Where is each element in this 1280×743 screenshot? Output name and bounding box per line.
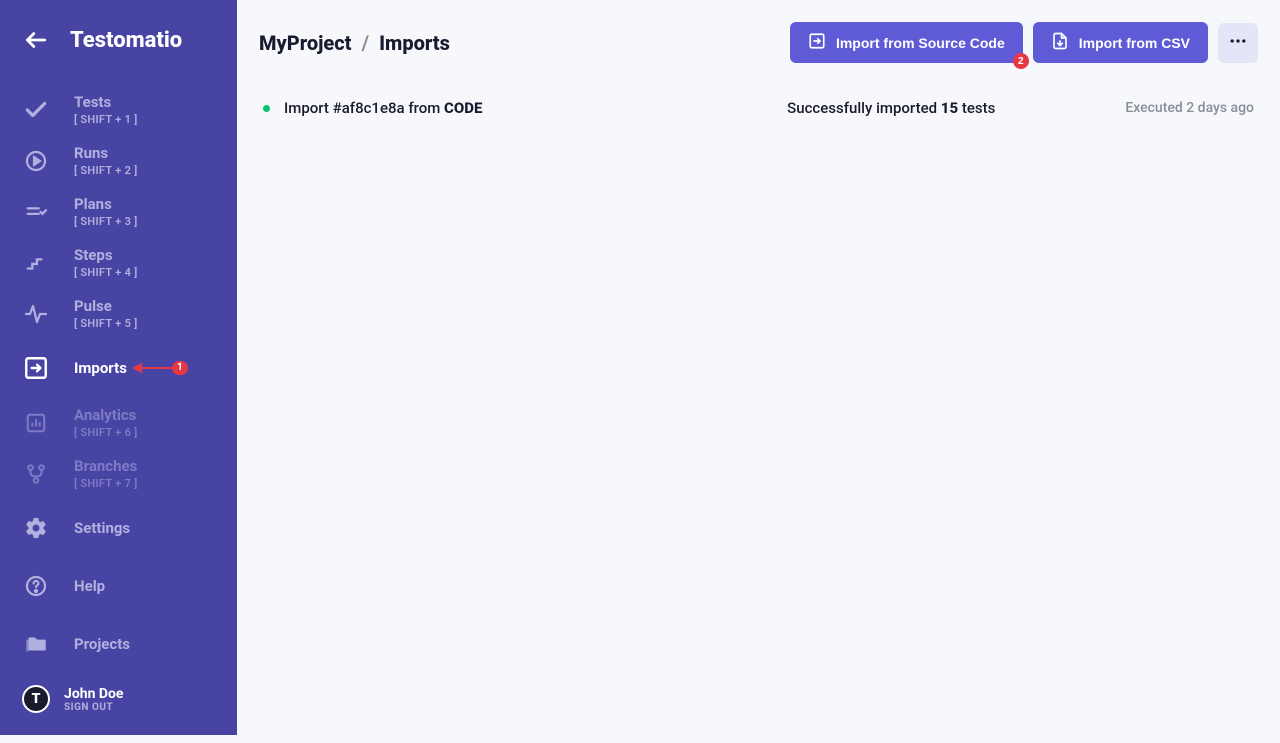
- import-csv-button[interactable]: Import from CSV: [1033, 22, 1208, 63]
- breadcrumb-current: Imports: [379, 31, 450, 55]
- gear-icon: [22, 514, 50, 542]
- sidebar-item-shortcut: [ SHIFT + 2 ]: [74, 164, 138, 177]
- sidebar-item-shortcut: [ SHIFT + 3 ]: [74, 215, 138, 228]
- branch-icon: [22, 460, 50, 488]
- button-label: Import from Source Code: [836, 35, 1005, 51]
- back-arrow-icon[interactable]: [22, 26, 50, 54]
- sidebar-item-label: Help: [74, 577, 105, 595]
- callout-arrow: 1: [132, 361, 188, 375]
- status-prefix: Successfully imported: [787, 99, 941, 117]
- sidebar-item-plans[interactable]: Plans [ SHIFT + 3 ]: [0, 186, 237, 237]
- button-label: Import from CSV: [1079, 35, 1190, 51]
- button-badge: 2: [1013, 53, 1029, 69]
- sidebar-item-shortcut: [ SHIFT + 7 ]: [74, 477, 138, 490]
- file-icon: [1051, 32, 1069, 53]
- nav-text: Plans [ SHIFT + 3 ]: [74, 195, 138, 228]
- import-title: Import #af8c1e8a from CODE: [284, 99, 482, 117]
- sidebar-item-label: Plans: [74, 195, 138, 213]
- more-horizontal-icon: [1228, 31, 1248, 54]
- steps-icon: [22, 249, 50, 277]
- sidebar-item-imports[interactable]: Imports 1: [0, 339, 237, 397]
- sidebar-item-steps[interactable]: Steps [ SHIFT + 4 ]: [0, 237, 237, 288]
- import-title-source: CODE: [444, 99, 482, 117]
- sidebar-item-label: Tests: [74, 93, 138, 111]
- sidebar-item-label: Imports: [74, 359, 127, 377]
- user-row[interactable]: T John Doe SIGN OUT: [0, 673, 237, 731]
- sidebar-item-tests[interactable]: Tests [ SHIFT + 1 ]: [0, 84, 237, 135]
- sidebar-item-pulse[interactable]: Pulse [ SHIFT + 5 ]: [0, 288, 237, 339]
- nav-text: Settings: [74, 519, 130, 537]
- sidebar-item-label: Runs: [74, 144, 138, 162]
- sign-out-link[interactable]: SIGN OUT: [64, 702, 123, 713]
- sidebar-item-label: Steps: [74, 246, 138, 264]
- import-source-button[interactable]: Import from Source Code 2: [790, 22, 1023, 63]
- sidebar-header: Testomatio: [0, 0, 237, 84]
- brand-title: Testomatio: [70, 28, 182, 53]
- nav-text: Tests [ SHIFT + 1 ]: [74, 93, 138, 126]
- nav-text: Runs [ SHIFT + 2 ]: [74, 144, 138, 177]
- sidebar-item-label: Projects: [74, 635, 130, 653]
- sidebar-item-branches[interactable]: Branches [ SHIFT + 7 ]: [0, 448, 237, 499]
- sidebar-item-shortcut: [ SHIFT + 5 ]: [74, 317, 138, 330]
- help-circle-icon: [22, 572, 50, 600]
- bar-chart-icon: [22, 409, 50, 437]
- checkmark-icon: [22, 96, 50, 124]
- nav-text: Pulse [ SHIFT + 5 ]: [74, 297, 138, 330]
- pulse-icon: [22, 300, 50, 328]
- sidebar-item-label: Analytics: [74, 406, 138, 424]
- import-status: Successfully imported 15 tests: [787, 99, 1125, 117]
- more-button[interactable]: [1218, 23, 1258, 63]
- import-icon: [808, 32, 826, 53]
- status-count: 15: [941, 99, 958, 117]
- sidebar-nav: Tests [ SHIFT + 1 ] Runs [ SHIFT + 2 ] P…: [0, 84, 237, 557]
- import-icon: [22, 354, 50, 382]
- play-circle-icon: [22, 147, 50, 175]
- user-text: John Doe SIGN OUT: [64, 686, 123, 713]
- nav-text: Imports: [74, 359, 127, 377]
- avatar: T: [22, 685, 50, 713]
- list-check-icon: [22, 198, 50, 226]
- sidebar-item-label: Pulse: [74, 297, 138, 315]
- sidebar-bottom: Help Projects T John Doe SIGN OUT: [0, 557, 237, 743]
- sidebar-item-help[interactable]: Help: [0, 557, 237, 615]
- sidebar: Testomatio Tests [ SHIFT + 1 ] Runs [ SH…: [0, 0, 237, 735]
- breadcrumb-parent[interactable]: MyProject: [259, 31, 352, 55]
- import-row[interactable]: Import #af8c1e8a from CODE Successfully …: [259, 91, 1258, 125]
- sidebar-item-runs[interactable]: Runs [ SHIFT + 2 ]: [0, 135, 237, 186]
- nav-text: Analytics [ SHIFT + 6 ]: [74, 406, 138, 439]
- main: MyProject / Imports Import from Source C…: [237, 0, 1280, 735]
- breadcrumb: MyProject / Imports: [259, 31, 450, 55]
- import-executed: Executed 2 days ago: [1125, 100, 1254, 116]
- sidebar-item-shortcut: [ SHIFT + 4 ]: [74, 266, 138, 279]
- callout-badge: 1: [172, 361, 188, 375]
- sidebar-item-label: Settings: [74, 519, 130, 537]
- sidebar-item-analytics[interactable]: Analytics [ SHIFT + 6 ]: [0, 397, 237, 448]
- folders-icon: [22, 630, 50, 658]
- user-name: John Doe: [64, 686, 123, 702]
- nav-text: Branches [ SHIFT + 7 ]: [74, 457, 138, 490]
- status-suffix: tests: [958, 99, 995, 117]
- top-actions: Import from Source Code 2 Import from CS…: [790, 22, 1258, 63]
- sidebar-item-projects[interactable]: Projects: [0, 615, 237, 673]
- status-dot-icon: [263, 105, 270, 112]
- sidebar-item-settings[interactable]: Settings: [0, 499, 237, 557]
- nav-text: Projects: [74, 635, 130, 653]
- import-title-prefix: Import #af8c1e8a from: [284, 99, 444, 117]
- top-bar: MyProject / Imports Import from Source C…: [259, 22, 1258, 63]
- sidebar-item-shortcut: [ SHIFT + 6 ]: [74, 426, 138, 439]
- sidebar-item-label: Branches: [74, 457, 138, 475]
- breadcrumb-sep: /: [362, 31, 370, 55]
- nav-text: Help: [74, 577, 105, 595]
- nav-text: Steps [ SHIFT + 4 ]: [74, 246, 138, 279]
- sidebar-item-shortcut: [ SHIFT + 1 ]: [74, 113, 138, 126]
